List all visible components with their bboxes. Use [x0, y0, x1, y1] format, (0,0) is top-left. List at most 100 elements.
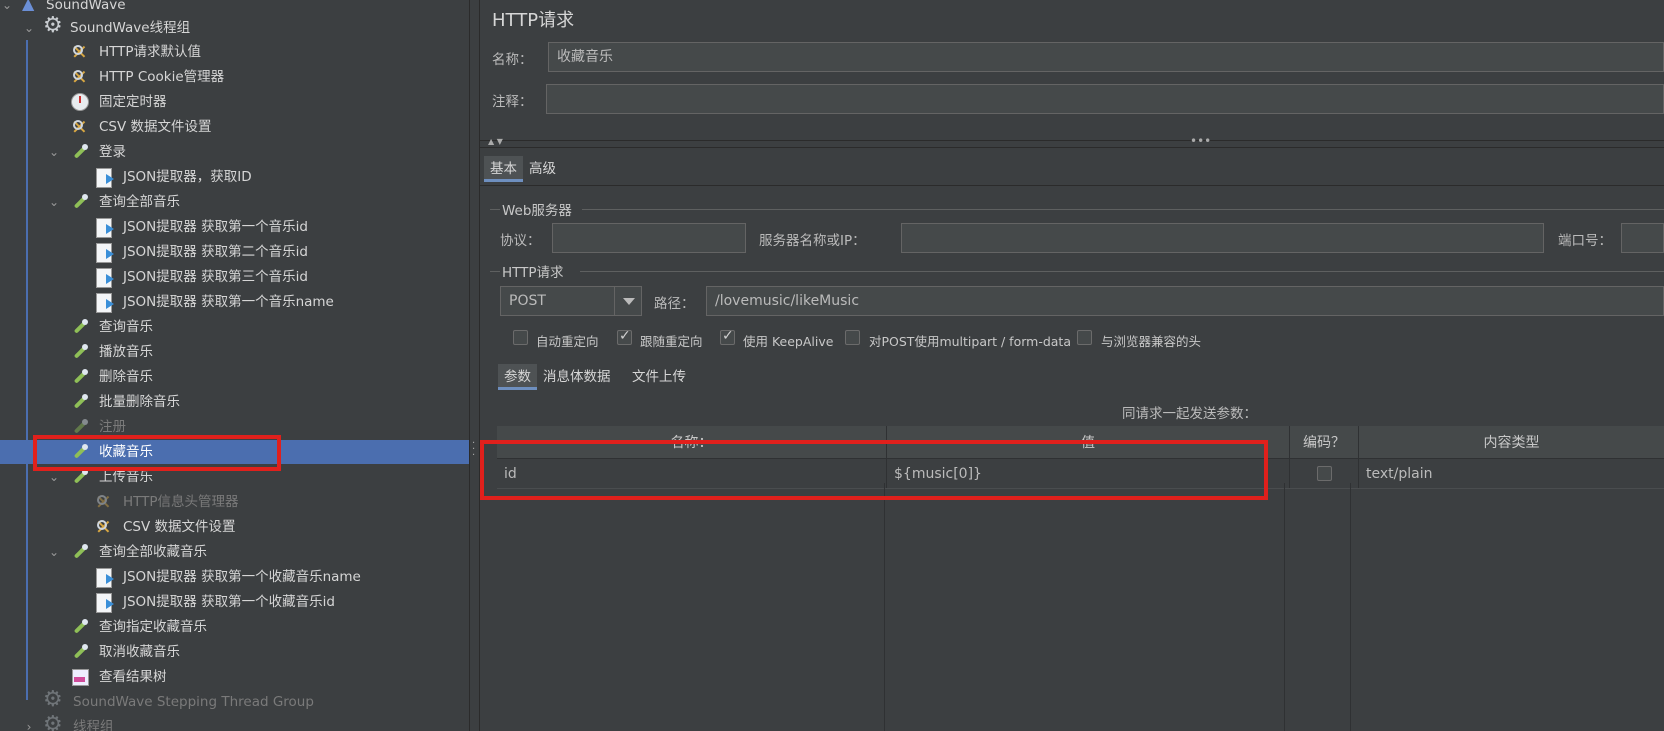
tree-node-label: SoundWave线程组	[70, 20, 191, 36]
tree-node-label: JSON提取器 获取第一个收藏音乐name	[123, 569, 361, 585]
horizontal-splitter[interactable]: ▲ ▼ •••	[480, 134, 1664, 148]
encode-checkbox[interactable]	[1316, 466, 1332, 481]
group-border	[490, 271, 500, 272]
keepalive-checkbox[interactable]	[720, 328, 735, 345]
tree-node-label: 删除音乐	[99, 369, 153, 385]
port-field[interactable]	[1621, 223, 1664, 253]
multipart-checkbox[interactable]	[845, 330, 860, 345]
chevron-down-icon[interactable]: ⌄	[22, 16, 36, 40]
doc-icon	[94, 268, 114, 288]
port-label: 端口号：	[1558, 233, 1612, 249]
tree-node-label: 批量删除音乐	[99, 394, 180, 410]
tree-guide-line	[26, 40, 28, 700]
tree-node-label: 查询音乐	[99, 319, 153, 335]
param-encode-cell[interactable]	[1289, 458, 1359, 489]
browser-headers-label: 与浏览器兼容的头	[1101, 334, 1202, 349]
doc-icon	[94, 593, 114, 613]
tree-node-label: CSV 数据文件设置	[99, 119, 212, 135]
tree-node-label: 查询全部音乐	[99, 194, 180, 210]
panel-title: HTTP请求	[492, 10, 575, 31]
tree-node-label: CSV 数据文件设置	[123, 519, 236, 535]
tree-node-label: JSON提取器 获取第一个音乐id	[123, 219, 308, 235]
pipette-icon	[70, 543, 90, 561]
tools-icon	[94, 515, 114, 539]
tree-node-label: HTTP信息头管理器	[123, 494, 239, 510]
tree-splitter[interactable]: · · ·	[469, 0, 480, 731]
protocol-field[interactable]	[552, 223, 746, 253]
column-header-content-type[interactable]: 内容类型	[1358, 426, 1664, 459]
gear-icon	[43, 14, 63, 38]
pipette-icon	[70, 318, 90, 336]
chevron-right-icon[interactable]: ›	[22, 715, 36, 731]
tree-node-label: JSON提取器，获取ID	[123, 169, 252, 185]
group-border	[580, 271, 1664, 272]
tree-node-label: 查询全部收藏音乐	[99, 544, 207, 560]
follow-redirect-checkbox[interactable]	[617, 328, 632, 345]
tree-node-label: JSON提取器 获取第一个收藏音乐id	[123, 594, 335, 610]
tree-node-label: 播放音乐	[99, 344, 153, 360]
tools-icon	[70, 115, 90, 139]
tree-node-label: 登录	[99, 144, 126, 160]
pipette-icon	[70, 143, 90, 161]
gear-icon	[43, 713, 63, 731]
splitter-dots-icon: •••	[1190, 134, 1212, 148]
chevron-down-icon[interactable]: ⌄	[47, 190, 61, 214]
comment-field[interactable]	[546, 84, 1664, 114]
web-server-group-title: Web服务器	[502, 203, 572, 219]
column-header-encode[interactable]: 编码？	[1289, 426, 1359, 459]
path-label: 路径：	[654, 296, 695, 312]
flask-icon	[20, 0, 40, 16]
chevron-down-icon[interactable]: ⌄	[47, 140, 61, 164]
tab-advanced[interactable]: 高级	[523, 156, 562, 182]
tree-node-label: 线程组	[73, 719, 114, 731]
tab-divider	[480, 185, 1664, 186]
pipette-icon	[70, 618, 90, 636]
chart-icon	[70, 668, 90, 686]
tools-icon	[70, 40, 90, 64]
param-content-type-cell[interactable]: text/plain	[1358, 458, 1664, 489]
tab-body-data[interactable]: 消息体数据	[537, 364, 617, 390]
tree-node-label: JSON提取器 获取第二个音乐id	[123, 244, 308, 260]
highlight-box-tree	[33, 435, 281, 471]
tree-node-label: SoundWave Stepping Thread Group	[73, 694, 314, 710]
http-request-panel: HTTP请求 名称： 收藏音乐 注释： ▲ ▼ ••• 基本 高级 Web服务器…	[480, 0, 1664, 731]
name-field[interactable]: 收藏音乐	[548, 42, 1664, 72]
multipart-label: 对POST使用multipart / form-data	[869, 334, 1071, 349]
params-caption: 同请求一起发送参数：	[1122, 406, 1257, 422]
tab-file-upload[interactable]: 文件上传	[626, 364, 692, 390]
pipette-icon	[70, 343, 90, 361]
doc-icon	[94, 293, 114, 313]
path-field[interactable]: /lovemusic/likeMusic	[706, 286, 1664, 316]
server-label: 服务器名称或IP：	[759, 233, 866, 249]
doc-icon	[94, 243, 114, 263]
comment-label: 注释：	[492, 94, 533, 110]
tree-node-label: 固定定时器	[99, 94, 167, 110]
browser-headers-checkbox[interactable]	[1077, 330, 1092, 345]
tree-node-label: HTTP Cookie管理器	[99, 69, 225, 85]
pipette-icon	[70, 393, 90, 411]
auto-redirect-checkbox[interactable]	[513, 330, 528, 345]
tab-basic[interactable]: 基本	[484, 156, 523, 182]
chevron-down-icon[interactable]	[614, 287, 642, 315]
tree-node-label: 查看结果树	[99, 669, 167, 685]
doc-icon	[94, 568, 114, 588]
test-plan-tree[interactable]: ⌄ SoundWave ⌄ SoundWave线程组 HTTP请求默认值 HTT…	[0, 0, 469, 731]
collapse-arrows-icon[interactable]: ▲ ▼	[488, 137, 503, 146]
tree-node-label: HTTP请求默认值	[99, 44, 202, 60]
doc-icon	[94, 218, 114, 238]
follow-redirect-label: 跟随重定向	[640, 334, 703, 349]
protocol-label: 协议：	[500, 233, 541, 249]
tree-node-label: JSON提取器 获取第一个音乐name	[123, 294, 334, 310]
keepalive-label: 使用 KeepAlive	[743, 334, 834, 349]
http-request-group-title: HTTP请求	[502, 265, 564, 281]
timer-icon	[70, 93, 90, 111]
method-select[interactable]: POST	[500, 286, 642, 316]
grip-dots-icon: · · ·	[472, 438, 476, 461]
chevron-down-icon[interactable]: ⌄	[47, 540, 61, 564]
pipette-icon	[70, 368, 90, 386]
server-field[interactable]	[901, 223, 1544, 253]
gear-icon	[43, 688, 63, 712]
tab-parameters[interactable]: 参数	[498, 364, 537, 390]
auto-redirect-label: 自动重定向	[536, 334, 599, 349]
column-divider	[1350, 483, 1351, 731]
